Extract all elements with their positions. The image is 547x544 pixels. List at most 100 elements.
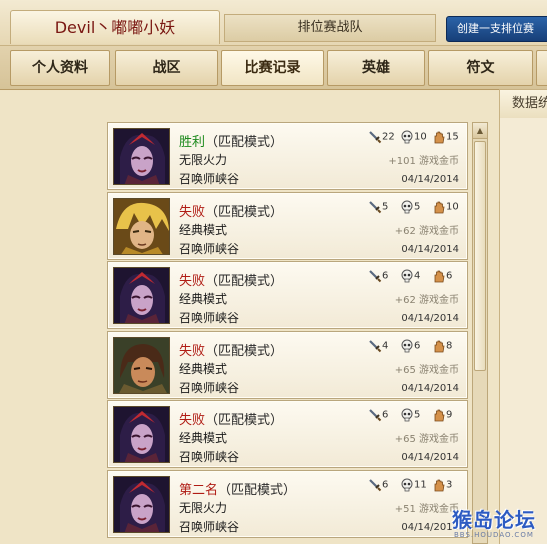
champion-portrait-icon — [113, 267, 170, 324]
watermark-title: 猴岛论坛 — [452, 508, 536, 532]
deaths-count: 5 — [414, 201, 421, 213]
ip-reward: +65 游戏金币 — [394, 434, 459, 445]
match-date: 04/14/2014 — [401, 522, 459, 533]
champion-portrait-icon — [113, 128, 170, 185]
match-result: 失败（匹配模式） — [179, 270, 283, 289]
queue-type: （匹配模式） — [205, 135, 284, 150]
kills-count: 6 — [382, 270, 389, 282]
match-row[interactable]: 失败（匹配模式） 经典模式 召唤师峡谷 6 4 6 +62 游戏金币 04/14/2014 — [107, 261, 468, 329]
result-label: 失败 — [179, 274, 206, 289]
game-mode: 经典模式 — [179, 431, 228, 445]
sword-icon — [368, 270, 382, 283]
tab-runes[interactable]: 符文 — [428, 50, 533, 86]
create-team-button[interactable]: 创建一支排位赛 — [446, 16, 547, 42]
ip-reward: +62 游戏金币 — [394, 226, 459, 237]
skull-icon — [400, 269, 414, 283]
skull-icon — [400, 339, 414, 353]
champion-portrait-icon — [113, 337, 170, 394]
deaths-stat: 6 — [400, 339, 420, 353]
assists-stat: 10 — [432, 200, 459, 214]
skull-icon — [400, 408, 414, 422]
assists-count: 10 — [446, 201, 459, 213]
kills-count: 6 — [382, 479, 389, 491]
scroll-up-button[interactable]: ▲ — [473, 123, 487, 139]
tab-match-history[interactable]: 比赛记录 — [221, 50, 324, 86]
hand-icon — [432, 270, 446, 283]
match-result: 失败（匹配模式） — [179, 409, 283, 428]
skull-icon — [400, 478, 414, 492]
stats-panel — [499, 118, 547, 544]
ip-reward: +62 游戏金币 — [394, 295, 459, 306]
match-date: 04/14/2014 — [401, 174, 459, 185]
match-row[interactable]: 胜利（匹配模式） 无限火力 召唤师峡谷 22 10 15 +101 游戏金币 04/14/20… — [107, 122, 468, 190]
queue-type: （匹配模式） — [205, 413, 284, 428]
match-row[interactable]: 失败（匹配模式） 经典模式 召唤师峡谷 6 5 9 +65 游戏金币 04/14/2014 — [107, 400, 468, 468]
deaths-stat: 10 — [400, 130, 427, 144]
deaths-count: 5 — [414, 409, 421, 421]
ip-reward: +65 游戏金币 — [394, 365, 459, 376]
match-list-scrollbar[interactable]: ▲ — [472, 122, 488, 544]
hand-icon — [432, 340, 446, 353]
result-label: 第二名 — [179, 483, 219, 498]
match-date: 04/14/2014 — [401, 313, 459, 324]
sword-icon — [368, 479, 382, 492]
kills-stat: 6 — [368, 408, 388, 422]
map-name: 召唤师峡谷 — [179, 520, 240, 534]
hand-icon — [432, 479, 446, 492]
tab-champions[interactable]: 英雄 — [327, 50, 425, 86]
watermark-url: BBS.HOUDAO.COM — [454, 531, 534, 539]
sword-icon — [368, 201, 382, 214]
queue-type: （匹配模式） — [205, 344, 284, 359]
champion-portrait-icon — [113, 406, 170, 463]
kills-count: 5 — [382, 201, 389, 213]
match-row[interactable]: 失败（匹配模式） 经典模式 召唤师峡谷 4 6 8 +65 游戏金币 04/14/2014 — [107, 331, 468, 399]
champion-portrait-icon — [113, 198, 170, 255]
map-name: 召唤师峡谷 — [179, 242, 240, 256]
kills-stat: 5 — [368, 200, 388, 214]
kills-stat: 6 — [368, 478, 388, 492]
top-bar: Devil丶嘟嘟小妖 排位赛战队 创建一支排位赛 — [0, 0, 547, 46]
player-name-tab[interactable]: Devil丶嘟嘟小妖 — [10, 10, 220, 44]
match-date: 04/14/2014 — [401, 244, 459, 255]
map-name: 召唤师峡谷 — [179, 172, 240, 186]
hand-icon — [432, 409, 446, 422]
kills-count: 22 — [382, 131, 395, 143]
deaths-count: 6 — [414, 340, 421, 352]
sword-icon — [368, 409, 382, 422]
deaths-count: 10 — [414, 131, 427, 143]
sword-icon — [368, 340, 382, 353]
profile-tab-bar: 个人资料 战区 比赛记录 英雄 符文 — [0, 46, 547, 90]
result-label: 失败 — [179, 344, 206, 359]
match-history-list: 胜利（匹配模式） 无限火力 召唤师峡谷 22 10 15 +101 游戏金币 04/14/20… — [107, 122, 472, 544]
kills-count: 6 — [382, 409, 389, 421]
ip-reward: +101 游戏金币 — [388, 156, 459, 167]
match-row[interactable]: 第二名（匹配模式） 无限火力 召唤师峡谷 6 11 3 +51 游戏金币 04/14/2014 — [107, 470, 468, 538]
assists-stat: 15 — [432, 130, 459, 144]
tab-region[interactable]: 战区 — [115, 50, 218, 86]
rank-team-tab[interactable]: 排位赛战队 — [224, 14, 436, 42]
result-label: 失败 — [179, 413, 206, 428]
match-result: 胜利（匹配模式） — [179, 131, 283, 150]
assists-count: 3 — [446, 479, 453, 491]
game-mode: 经典模式 — [179, 362, 228, 376]
assists-stat: 9 — [432, 408, 452, 422]
kills-stat: 4 — [368, 339, 388, 353]
champion-portrait-icon — [113, 476, 170, 533]
deaths-stat: 4 — [400, 269, 420, 283]
game-mode: 经典模式 — [179, 223, 228, 237]
skull-icon — [400, 200, 414, 214]
match-row[interactable]: 失败（匹配模式） 经典模式 召唤师峡谷 5 5 10 +62 游戏金币 04/14/2014 — [107, 192, 468, 260]
game-mode: 经典模式 — [179, 292, 228, 306]
assists-count: 6 — [446, 270, 453, 282]
queue-type: （匹配模式） — [205, 274, 284, 289]
tab-stats[interactable]: 数据统 — [499, 89, 547, 119]
kills-count: 4 — [382, 340, 389, 352]
result-label: 失败 — [179, 205, 206, 220]
game-mode: 无限火力 — [179, 501, 228, 515]
tab-profile[interactable]: 个人资料 — [10, 50, 110, 86]
map-name: 召唤师峡谷 — [179, 311, 240, 325]
scroll-thumb[interactable] — [474, 141, 486, 371]
skull-icon — [400, 130, 414, 144]
result-label: 胜利 — [179, 135, 206, 150]
tab-more[interactable] — [536, 50, 547, 86]
